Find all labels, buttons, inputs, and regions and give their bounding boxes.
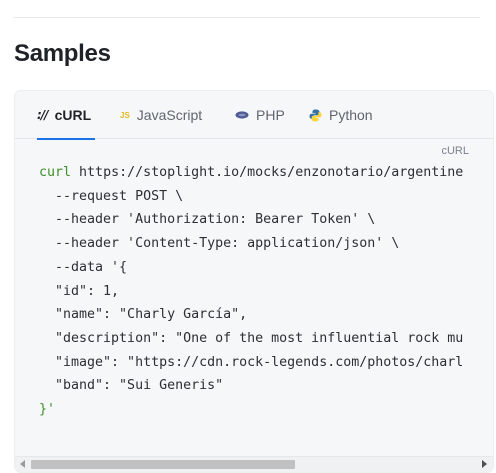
code-line: "description": "One of the most influent… bbox=[39, 330, 464, 346]
section-divider bbox=[14, 17, 480, 18]
code-line: --data '{ bbox=[39, 259, 128, 275]
js-icon: JS bbox=[120, 110, 130, 120]
code-line: "name": "Charly García", bbox=[39, 307, 248, 323]
scroll-left-arrow-icon[interactable] bbox=[20, 460, 25, 468]
language-label: cURL bbox=[441, 145, 469, 157]
php-icon bbox=[235, 111, 249, 119]
code-line: --header 'Content-Type: application/json… bbox=[39, 236, 400, 252]
tab-curl[interactable]: :// cURL bbox=[37, 91, 96, 140]
code-url: https://stoplight.io/mocks/enzonotario/a… bbox=[79, 165, 464, 180]
code-block[interactable]: curl https://stoplight.io/mocks/enzonota… bbox=[39, 161, 463, 422]
tab-python[interactable]: Python bbox=[309, 91, 373, 139]
tab-label: Python bbox=[329, 107, 373, 123]
language-tabs: :// cURL JS JavaScript PHP Python bbox=[15, 91, 493, 140]
code-line: --header 'Authorization: Bearer Token' \ bbox=[39, 212, 376, 228]
tab-javascript[interactable]: JS JavaScript bbox=[120, 91, 202, 139]
tab-label: cURL bbox=[54, 107, 92, 123]
code-samples-panel: :// cURL JS JavaScript PHP Python cURL c… bbox=[14, 90, 494, 473]
code-line: "id": 1, bbox=[39, 283, 120, 299]
tab-php[interactable]: PHP bbox=[235, 91, 285, 139]
code-line: --request POST \ bbox=[39, 188, 184, 204]
code-command: curl bbox=[39, 165, 72, 180]
python-icon bbox=[309, 109, 322, 122]
horizontal-scrollbar[interactable] bbox=[15, 456, 493, 472]
curl-icon: :// bbox=[37, 108, 49, 122]
scroll-right-arrow-icon[interactable] bbox=[482, 460, 487, 468]
code-line: "band": "Sui Generis" bbox=[39, 378, 224, 394]
tab-label: PHP bbox=[256, 107, 285, 123]
code-line: "image": "https://cdn.rock-legends.com/p… bbox=[39, 354, 464, 370]
tab-label: JavaScript bbox=[136, 107, 203, 123]
code-closing: }' bbox=[39, 402, 56, 418]
section-title: Samples bbox=[14, 40, 111, 67]
scrollbar-thumb[interactable] bbox=[31, 460, 295, 469]
